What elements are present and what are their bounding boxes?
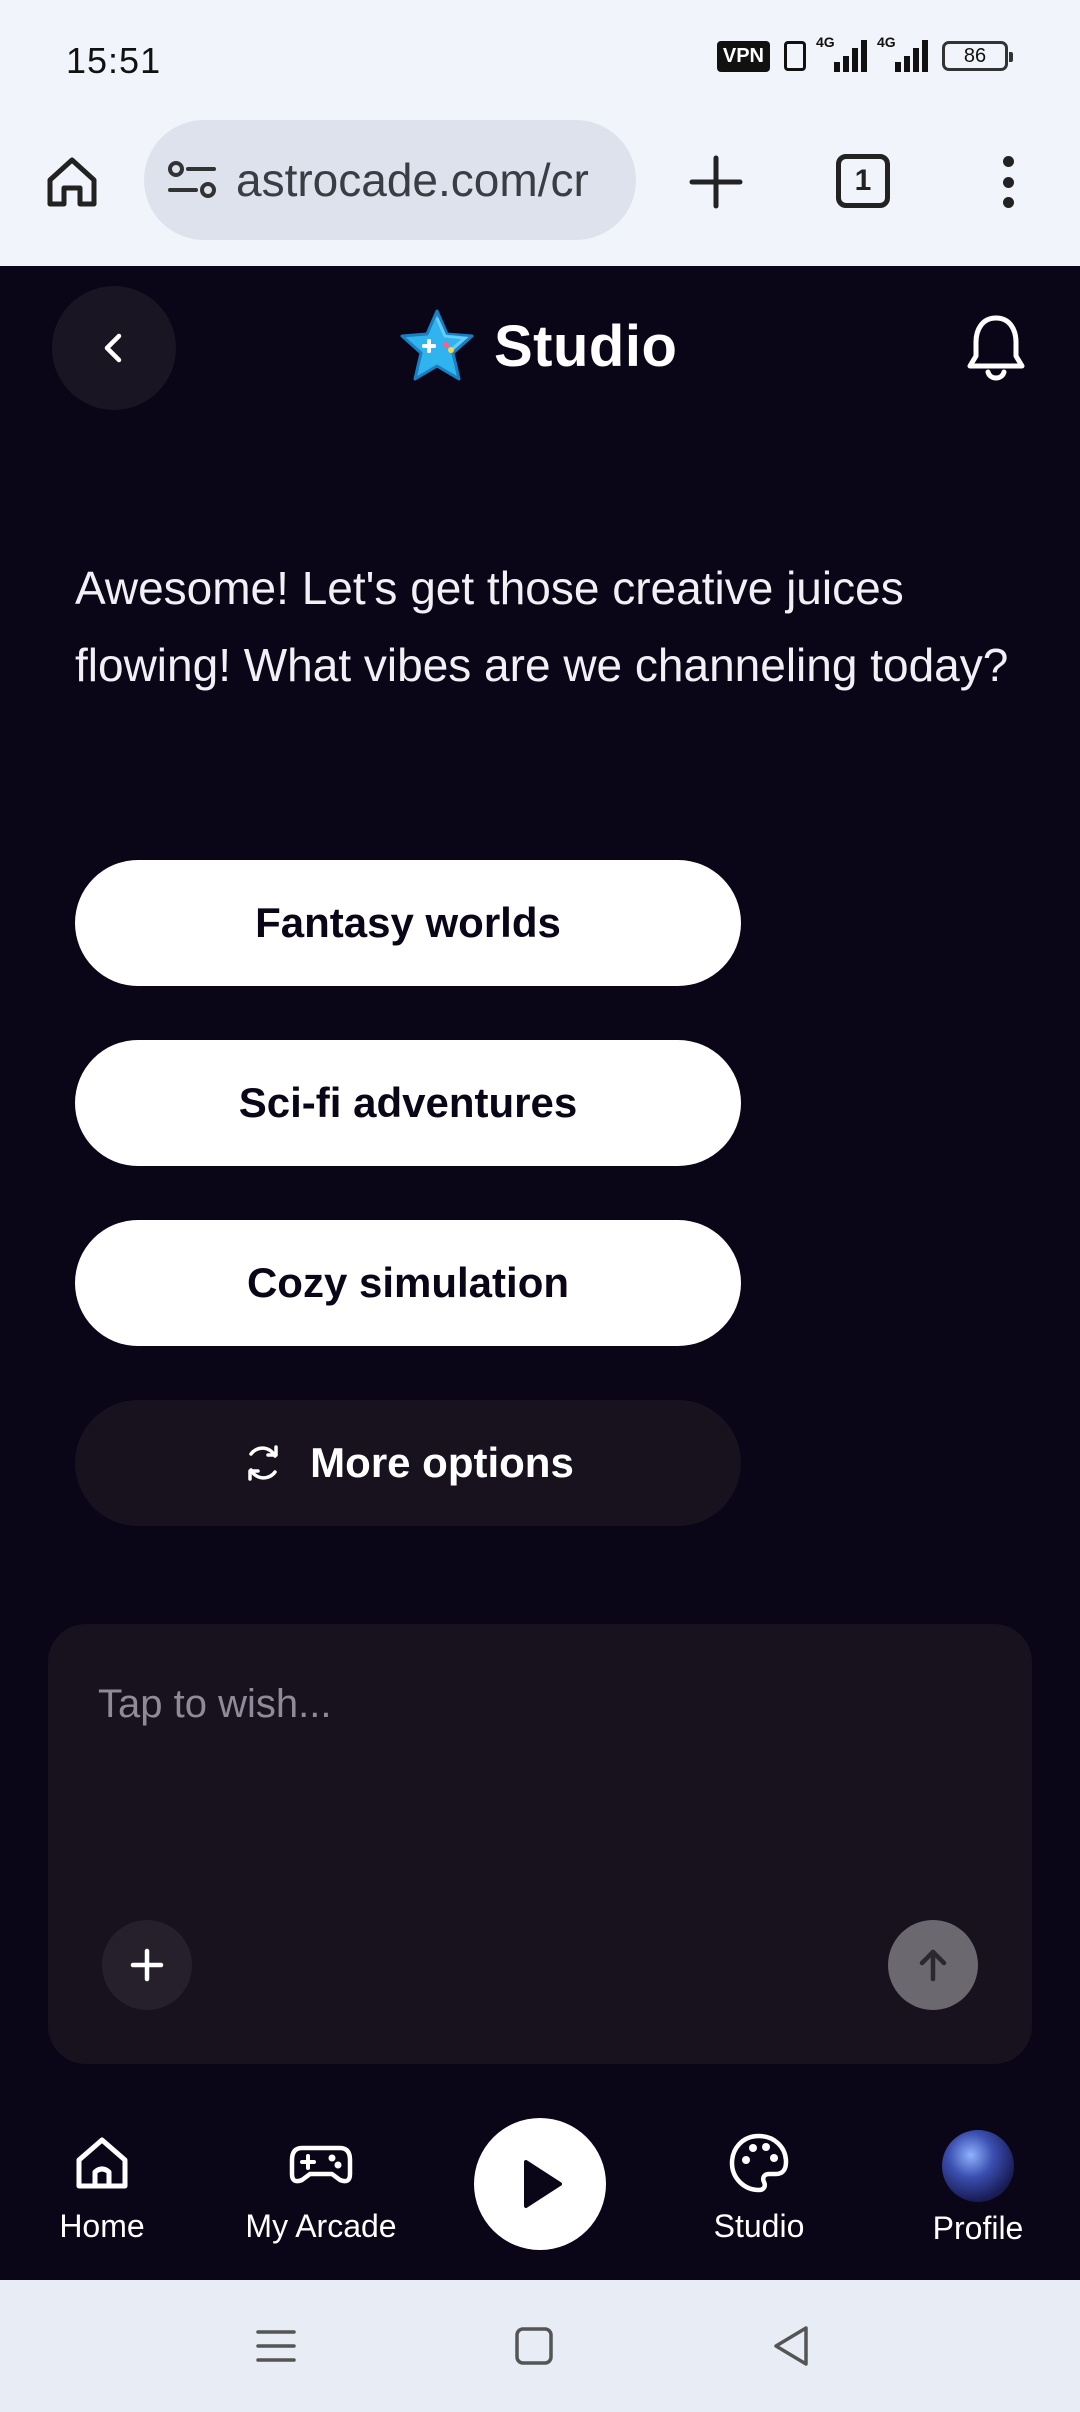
plus-icon [130, 1948, 164, 1982]
app-header: Studio [0, 266, 1080, 436]
brand: Studio [398, 308, 677, 384]
palette-icon [729, 2133, 789, 2193]
signal-icon-2: 4G [877, 34, 928, 72]
wish-input[interactable] [98, 1674, 978, 1734]
status-bar: 15:51 VPN 4G 4G 86 [0, 0, 1080, 120]
new-tab-icon[interactable] [684, 150, 748, 214]
network-type-2: 4G [877, 34, 896, 50]
option-sci-fi-adventures[interactable]: Sci-fi adventures [75, 1040, 741, 1166]
attach-button[interactable] [102, 1920, 192, 2010]
address-bar[interactable]: astrocade.com/cr [144, 120, 636, 240]
network-type: 4G [816, 34, 835, 50]
nav-studio[interactable]: Studio [700, 2130, 818, 2245]
nav-profile[interactable]: Profile [920, 2130, 1036, 2247]
vpn-badge: VPN [716, 40, 770, 72]
more-options-label: More options [310, 1439, 574, 1486]
system-back-icon[interactable] [766, 2320, 818, 2372]
assistant-message: Awesome! Let's get those creative juices… [75, 562, 1009, 691]
page-title: Studio [494, 313, 678, 379]
system-navigation-bar [0, 2280, 1080, 2412]
battery-icon: 86 [942, 41, 1013, 71]
option-fantasy-worlds[interactable]: Fantasy worlds [75, 860, 741, 986]
notification-bell-icon[interactable] [962, 310, 1030, 386]
back-button[interactable] [52, 286, 176, 410]
nav-home[interactable]: Home [50, 2130, 154, 2245]
tab-switcher-button[interactable]: 1 [836, 154, 890, 208]
option-cozy-simulation[interactable]: Cozy simulation [75, 1220, 741, 1346]
nav-profile-label: Profile [932, 2210, 1024, 2246]
home-icon [76, 2137, 128, 2189]
gamepad-icon [289, 2145, 353, 2184]
browser-menu-icon[interactable] [990, 150, 1026, 214]
nav-my-arcade[interactable]: My Arcade [236, 2130, 406, 2245]
system-home-icon[interactable] [508, 2320, 560, 2372]
nav-my-arcade-label: My Arcade [245, 2208, 397, 2244]
nav-home-label: Home [59, 2208, 145, 2244]
battery-level: 86 [963, 44, 987, 67]
play-icon [524, 2160, 562, 2208]
bottom-navigation: Home My Arcade Studio Profile [0, 2100, 1080, 2280]
astrocade-star-logo [400, 309, 474, 381]
composer [48, 1624, 1032, 2064]
avatar [942, 2130, 1014, 2202]
refresh-icon [248, 1445, 278, 1481]
chevron-left-icon [104, 333, 122, 363]
send-button[interactable] [888, 1920, 978, 2010]
site-settings-icon[interactable] [166, 158, 218, 202]
recent-apps-icon[interactable] [250, 2320, 302, 2372]
vibrate-icon [784, 41, 806, 71]
nav-studio-label: Studio [713, 2208, 805, 2244]
browser-toolbar: astrocade.com/cr 1 [0, 120, 1080, 266]
status-time: 15:51 [66, 40, 162, 81]
arrow-up-icon [919, 1949, 947, 1982]
play-button[interactable] [474, 2118, 606, 2250]
url-text[interactable]: astrocade.com/cr [236, 153, 589, 207]
tab-count: 1 [854, 164, 872, 197]
signal-icon: 4G [816, 34, 867, 72]
home-icon[interactable] [40, 150, 104, 214]
status-icons: VPN 4G 4G 86 [716, 34, 1013, 72]
more-options-button[interactable]: More options [75, 1400, 741, 1526]
